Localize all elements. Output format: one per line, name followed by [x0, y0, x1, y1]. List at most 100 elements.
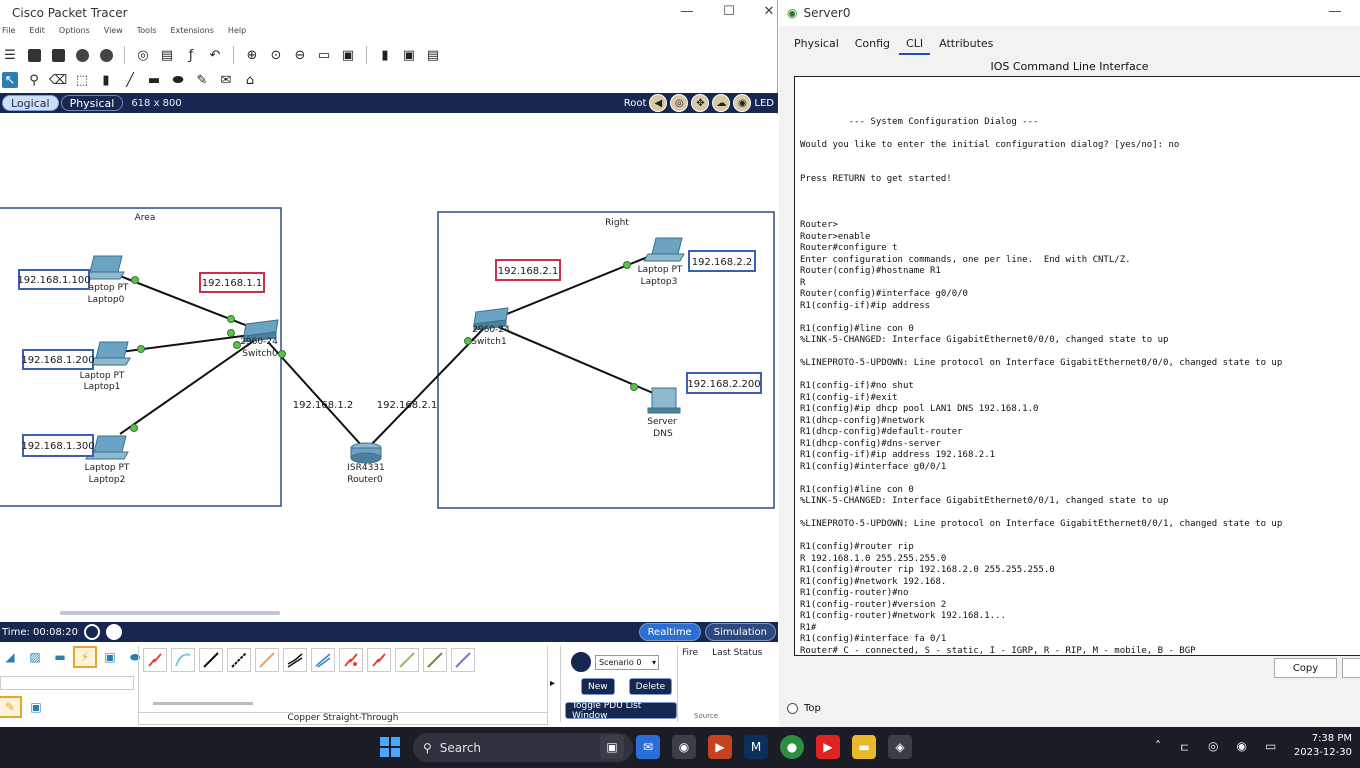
menu-file[interactable]: File — [2, 26, 15, 40]
notes-icon[interactable]: ▮ — [377, 47, 393, 63]
serial-dce-cable-icon[interactable] — [339, 648, 363, 672]
menu-extensions[interactable]: Extensions — [170, 26, 213, 40]
tab-cli[interactable]: CLI — [899, 34, 931, 55]
save-icon[interactable] — [50, 47, 66, 63]
task-view-icon[interactable]: ▣ — [600, 735, 624, 759]
copy-icon[interactable]: ▤ — [159, 47, 175, 63]
delete-scenario-button[interactable]: Delete — [628, 678, 673, 695]
viewport-icon[interactable]: ▣ — [401, 47, 417, 63]
expand-arrow-icon[interactable]: ▸ — [550, 678, 555, 689]
fiber-cable-icon[interactable] — [255, 648, 279, 672]
palette-icon[interactable]: ▭ — [316, 47, 332, 63]
console-cable-icon[interactable] — [171, 648, 195, 672]
tab-physical[interactable]: Physical — [60, 95, 124, 111]
server0-device[interactable] — [647, 387, 681, 414]
freeform-icon[interactable]: ✎ — [194, 72, 210, 88]
tab-attributes[interactable]: Attributes — [932, 34, 1000, 55]
minimize-button[interactable]: — — [676, 4, 698, 19]
activity-wizard-icon[interactable]: ◎ — [135, 47, 151, 63]
octal-cable-icon[interactable] — [395, 648, 419, 672]
mail-icon[interactable]: ✉ — [636, 735, 660, 759]
coaxial-cable-icon[interactable] — [311, 648, 335, 672]
cable-scrollbar[interactable] — [153, 702, 253, 705]
tab-physical[interactable]: Physical — [787, 34, 846, 55]
move-object-icon[interactable]: ✥ — [691, 94, 710, 112]
workspace-icon[interactable]: ▤ — [425, 47, 441, 63]
globe-icon[interactable] — [74, 47, 90, 63]
laptop3-device[interactable] — [643, 237, 685, 262]
inspect-tool-icon[interactable]: ⚲ — [26, 72, 42, 88]
zoom-out-icon[interactable]: ⊖ — [292, 47, 308, 63]
youtube-icon[interactable]: ▶ — [816, 735, 840, 759]
delete-tool-icon[interactable]: ⌫ — [49, 72, 67, 88]
serial-dte-cable-icon[interactable] — [367, 648, 391, 672]
menu-edit[interactable]: Edit — [29, 26, 45, 40]
top-checkbox[interactable] — [787, 703, 798, 714]
select-tool-icon[interactable]: ↖ — [2, 72, 18, 88]
print-icon[interactable] — [98, 47, 114, 63]
chat-icon[interactable]: ◉ — [672, 735, 696, 759]
resize-tool-icon[interactable]: ⬚ — [74, 72, 90, 88]
menu-options[interactable]: Options — [59, 26, 90, 40]
tab-realtime[interactable]: Realtime — [638, 623, 701, 641]
connections-sub-icon[interactable]: ✎ — [0, 696, 22, 718]
start-button[interactable] — [380, 737, 400, 757]
end-devices-icon[interactable]: ▨ — [25, 648, 45, 666]
new-cluster-icon[interactable]: ◎ — [670, 94, 689, 112]
connections-icon[interactable]: ⚡ — [73, 646, 97, 668]
components-icon[interactable]: ▬ — [50, 648, 70, 666]
logical-workspace[interactable]: Area Right Laptop PT Laptop0 192.168.1.1… — [0, 114, 778, 622]
scenario-info-icon[interactable] — [571, 652, 591, 672]
draw-line-icon[interactable]: ╱ — [122, 72, 138, 88]
undo-icon[interactable]: ↶ — [207, 47, 223, 63]
tab-config[interactable]: Config — [848, 34, 897, 55]
tab-simulation[interactable]: Simulation — [704, 623, 776, 641]
battery-icon[interactable]: ▭ — [1265, 739, 1276, 756]
structured-cabling-icon[interactable]: ▣ — [26, 698, 46, 716]
toggle-pdu-list-button[interactable]: Toggle PDU List Window — [565, 701, 677, 721]
add-complex-pdu-icon[interactable]: ⌂ — [242, 72, 258, 88]
note-tool-icon[interactable]: ▮ — [98, 72, 114, 88]
maximize-button[interactable]: ☐ — [718, 4, 740, 19]
crossover-cable-icon[interactable] — [227, 648, 251, 672]
menu-icon[interactable]: ☰ — [2, 47, 18, 63]
volume-icon[interactable]: ◉ — [1237, 739, 1247, 756]
iot-cable-icon[interactable] — [423, 648, 447, 672]
powerpoint-icon[interactable]: ▶ — [708, 735, 732, 759]
paste-button[interactable] — [1342, 658, 1360, 678]
zoom-reset-icon[interactable]: ⊙ — [268, 47, 284, 63]
miscellaneous-icon[interactable]: ▣ — [100, 648, 120, 666]
chevron-up-icon[interactable]: ˄ — [1155, 739, 1161, 756]
file-explorer-icon[interactable]: ▬ — [852, 735, 876, 759]
automatic-cable-icon[interactable] — [143, 648, 167, 672]
new-scenario-button[interactable]: New — [581, 678, 615, 695]
phone-cable-icon[interactable] — [283, 648, 307, 672]
chrome-icon[interactable]: ● — [780, 735, 804, 759]
paste-icon[interactable]: ƒ — [183, 47, 199, 63]
draw-rectangle-icon[interactable]: ▬ — [146, 72, 162, 88]
copy-button[interactable]: Copy — [1274, 658, 1337, 678]
usb-cable-icon[interactable] — [451, 648, 475, 672]
close-button[interactable]: ✕ — [758, 4, 780, 19]
custom-device-icon[interactable]: ▣ — [340, 47, 356, 63]
network-devices-icon[interactable]: ◢ — [0, 648, 20, 666]
power-cycle-icon[interactable] — [83, 624, 100, 640]
language-icon[interactable]: ㄷ — [1179, 739, 1190, 756]
server-minimize-button[interactable]: — — [1324, 4, 1346, 19]
menu-tools[interactable]: Tools — [137, 26, 157, 40]
cli-console[interactable]: --- System Configuration Dialog --- Would… — [794, 76, 1360, 656]
taskbar-clock[interactable]: 7:38 PM 2023-12-30 — [1294, 732, 1352, 760]
fast-forward-icon[interactable] — [105, 624, 122, 640]
draw-ellipse-icon[interactable]: ⬬ — [170, 72, 186, 88]
network-icon[interactable]: ◎ — [1208, 739, 1218, 756]
back-icon[interactable]: ◀ — [649, 94, 668, 112]
packet-tracer-taskbar-icon[interactable]: ◈ — [888, 735, 912, 759]
menu-help[interactable]: Help — [228, 26, 246, 40]
router0-device[interactable] — [350, 442, 382, 464]
network-topology[interactable]: Area Right Laptop PT Laptop0 192.168.1.1… — [0, 114, 778, 622]
zoom-in-icon[interactable]: ⊕ — [244, 47, 260, 63]
app-icon[interactable]: M — [744, 735, 768, 759]
open-file-icon[interactable] — [26, 47, 42, 63]
set-tiled-background-icon[interactable]: ☁ — [712, 94, 731, 112]
menu-view[interactable]: View — [104, 26, 123, 40]
